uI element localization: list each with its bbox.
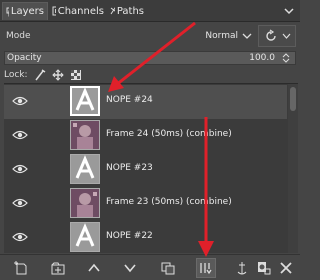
layer-name: NOPE #24	[106, 95, 153, 105]
paths-icon	[110, 7, 115, 15]
tab-menu-button[interactable]	[282, 4, 296, 18]
visibility-eye-icon[interactable]	[12, 231, 28, 243]
layer-thumbnail-frame	[70, 120, 100, 150]
layer-thumbnail-frame	[70, 188, 100, 218]
layer-row[interactable]: NOPE #23	[4, 153, 287, 187]
lock-alpha-icon[interactable]	[70, 69, 82, 81]
delete-layer-icon[interactable]	[278, 260, 294, 276]
new-layer-group-icon[interactable]	[50, 260, 66, 276]
layer-row[interactable]: Frame 24 (50ms) (combine)	[4, 119, 287, 153]
frame-image-icon	[71, 121, 99, 149]
lock-label: Lock:	[4, 70, 28, 80]
raise-layer-icon[interactable]	[86, 260, 102, 276]
layer-name: NOPE #23	[106, 163, 153, 173]
lower-layer-icon[interactable]	[122, 260, 138, 276]
scrollbar-thumb[interactable]	[290, 87, 296, 111]
text-layer-icon	[71, 223, 99, 251]
layer-row[interactable]: Frame 23 (50ms) (combine)	[4, 187, 287, 221]
layers-list: NOPE #24 Frame 24 (50ms) (combine) NOPE …	[4, 83, 298, 253]
tab-channels[interactable]: Channels	[49, 2, 107, 20]
lock-position-icon[interactable]	[51, 69, 64, 81]
layer-thumbnail-text	[70, 86, 100, 116]
configure-tab-icon	[284, 8, 294, 15]
frame-image-icon	[71, 189, 99, 217]
chevron-down-icon	[282, 33, 290, 39]
opacity-label: Opacity	[7, 53, 42, 63]
visibility-eye-icon[interactable]	[12, 163, 28, 175]
layers-toolbar	[0, 254, 300, 280]
tab-label: Layers	[10, 6, 44, 17]
mode-select[interactable]: Normal	[205, 31, 252, 41]
opacity-slider[interactable]: Opacity 100.0	[4, 51, 296, 65]
opacity-value: 100.0	[249, 53, 275, 63]
new-layer-icon[interactable]	[14, 260, 30, 276]
mask-icon[interactable]	[256, 260, 272, 276]
mode-row: Mode Normal	[4, 27, 254, 45]
mode-value: Normal	[205, 31, 238, 41]
channels-icon	[52, 6, 56, 16]
merge-down-icon	[200, 263, 212, 275]
anchor-layer-icon[interactable]	[234, 260, 250, 276]
spin-arrows-icon[interactable]	[279, 52, 293, 64]
tab-label: Paths	[116, 5, 144, 17]
duplicate-layer-icon[interactable]	[160, 260, 176, 276]
lock-pixels-icon[interactable]	[34, 69, 46, 81]
merge-down-button[interactable]	[196, 258, 216, 278]
layer-name: Frame 23 (50ms) (combine)	[106, 197, 232, 207]
text-layer-icon	[72, 88, 98, 114]
layer-thumbnail-text	[70, 222, 100, 252]
visibility-eye-icon[interactable]	[12, 129, 28, 141]
layers-icon	[6, 7, 9, 16]
layer-row[interactable]: NOPE #22	[4, 221, 287, 253]
layer-thumbnail-text	[70, 154, 100, 184]
text-layer-icon	[71, 155, 99, 183]
visibility-eye-icon[interactable]	[12, 197, 28, 209]
dock-tab-bar: Layers Channels Paths	[0, 0, 300, 22]
chevron-down-icon	[242, 33, 252, 39]
tab-paths[interactable]: Paths	[107, 2, 147, 20]
layer-name: NOPE #22	[106, 231, 153, 241]
tab-label: Channels	[57, 5, 104, 17]
mode-label: Mode	[6, 31, 31, 41]
lock-row: Lock:	[4, 69, 82, 81]
reset-mode-icon	[265, 29, 276, 41]
mode-switch-button[interactable]	[258, 25, 296, 47]
tab-layers[interactable]: Layers	[2, 2, 48, 20]
layers-scrollbar[interactable]	[288, 84, 298, 253]
layer-row[interactable]: NOPE #24	[4, 85, 287, 119]
layer-name: Frame 24 (50ms) (combine)	[106, 129, 232, 139]
visibility-eye-icon[interactable]	[12, 95, 28, 107]
